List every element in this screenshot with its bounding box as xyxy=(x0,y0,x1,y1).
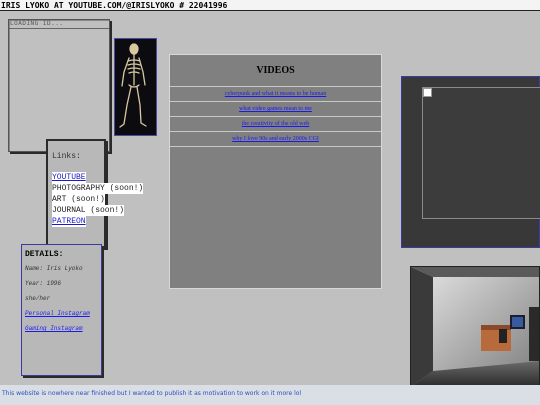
details-title: DETAILS: xyxy=(25,250,64,259)
loading-divider xyxy=(9,28,109,29)
room-render-image xyxy=(410,266,540,386)
links-list: YOUTUBE PHOTOGRAPHY (soon!) ART (soon!) JOU… xyxy=(52,172,144,227)
detail-pronouns: she/her xyxy=(25,295,51,302)
video-list: cyberpunk and what it means to be human w… xyxy=(170,86,381,146)
site-title: IRIS LYOKO AT YOUTUBE.COM/@IRISLYOKO # 2… xyxy=(0,0,540,11)
embed-frame[interactable] xyxy=(422,87,540,219)
loading-text: LOADING ID... xyxy=(10,20,64,27)
video-link[interactable]: why I love 90s and early 2000s CGI xyxy=(232,136,319,142)
videos-title: VIDEOS xyxy=(256,65,295,76)
link-patreon[interactable]: PATREON xyxy=(52,216,86,227)
video-link[interactable]: the creativity of the old web xyxy=(242,121,309,127)
links-panel: Links: YOUTUBE PHOTOGRAPHY (soon!) ART (so… xyxy=(46,139,144,248)
link-youtube[interactable]: YOUTUBE xyxy=(52,172,86,183)
gaming-instagram-link[interactable]: Gaming Instagram xyxy=(25,325,98,332)
skeleton-image xyxy=(114,38,157,136)
links-title: Links: xyxy=(52,152,81,161)
link-art[interactable]: ART (soon!) xyxy=(52,194,105,205)
footer-notice: This website is nowhere near finished bu… xyxy=(0,385,540,405)
broken-image-icon xyxy=(423,88,432,97)
videos-panel: VIDEOS cyberpunk and what it means to be… xyxy=(169,54,382,289)
link-journal[interactable]: JOURNAL (soon!) xyxy=(52,205,125,216)
video-link[interactable]: what video games mean to me xyxy=(239,106,312,112)
detail-year: Year: 1996 xyxy=(25,280,62,287)
video-embed[interactable] xyxy=(401,76,540,248)
link-photography[interactable]: PHOTOGRAPHY (soon!) xyxy=(52,183,144,194)
id-card-panel: LOADING ID... xyxy=(8,19,110,152)
details-panel: DETAILS: Name: Iris Lyoko Year: 1996 she… xyxy=(21,244,102,376)
video-row: the creativity of the old web xyxy=(170,116,381,131)
detail-name: Name: Iris Lyoko xyxy=(25,265,83,272)
personal-instagram-link[interactable]: Personal Instagram xyxy=(25,310,98,317)
video-row: cyberpunk and what it means to be human xyxy=(170,86,381,101)
video-row: what video games mean to me xyxy=(170,101,381,116)
video-divider xyxy=(170,146,381,147)
video-link[interactable]: cyberpunk and what it means to be human xyxy=(225,91,326,97)
video-row: why I love 90s and early 2000s CGI xyxy=(170,131,381,146)
